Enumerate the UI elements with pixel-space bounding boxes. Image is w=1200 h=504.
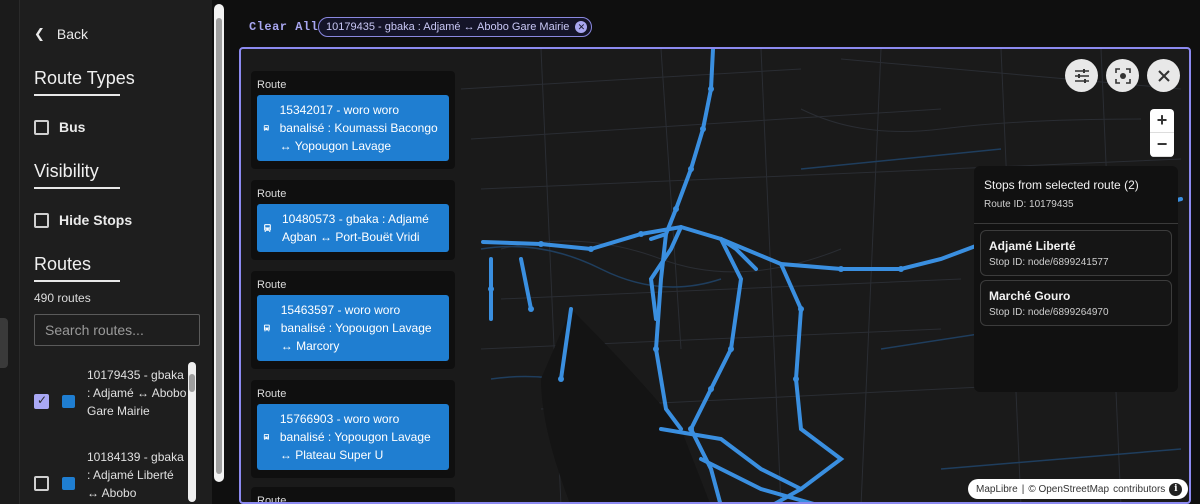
route-list-scrollbar[interactable] bbox=[188, 362, 196, 502]
clear-all-button[interactable]: Clear All bbox=[249, 20, 318, 34]
route-card[interactable]: Route bbox=[251, 487, 455, 504]
route-card[interactable]: Route 15766903 - woro woro banalisé : Yo… bbox=[251, 380, 455, 478]
routes-title: Routes bbox=[34, 254, 121, 282]
stop-card[interactable]: Adjamé Liberté Stop ID: node/6899241577 bbox=[980, 230, 1172, 276]
chip-remove-icon[interactable]: ✕ bbox=[575, 21, 588, 33]
sidebar: ❮ Back Route Types Bus Visibility Hide S… bbox=[20, 0, 212, 504]
contributors-text: contributors bbox=[1113, 483, 1166, 495]
bus-icon bbox=[263, 324, 270, 332]
route-types-title: Route Types bbox=[34, 68, 135, 96]
route-card-heading: Route bbox=[257, 279, 287, 291]
bus-icon bbox=[264, 224, 271, 232]
chip-label: 10179435 - gbaka : Adjamé ↔ Abobo Gare M… bbox=[326, 21, 570, 33]
route-card[interactable]: Route 15463597 - woro woro banalisé : Yo… bbox=[251, 271, 455, 369]
zoom-in-button[interactable]: + bbox=[1150, 109, 1174, 133]
bus-filter[interactable]: Bus bbox=[34, 119, 85, 135]
info-icon[interactable]: i bbox=[1169, 482, 1183, 496]
stops-panel-title: Stops from selected route (2) bbox=[984, 178, 1139, 192]
bus-icon bbox=[263, 433, 270, 441]
osm-link[interactable]: © OpenStreetMap bbox=[1028, 484, 1109, 495]
route-card-heading: Route bbox=[257, 79, 287, 91]
stops-panel-route-id: Route ID: 10179435 bbox=[984, 199, 1074, 210]
route-card-text: 10480573 - gbaka : Adjamé Agban ↔ Port-B… bbox=[281, 212, 429, 244]
bus-label: Bus bbox=[59, 119, 86, 135]
route-list-item[interactable]: 10179435 - gbaka : Adjamé ↔ Abobo Gare M… bbox=[34, 366, 187, 420]
sidebar-scrollbar[interactable] bbox=[214, 4, 224, 482]
bus-checkbox[interactable] bbox=[34, 119, 49, 135]
route-checkbox[interactable] bbox=[34, 476, 49, 491]
route-card-text: 15766903 - woro woro banalisé : Yopougon… bbox=[279, 412, 431, 462]
filters-icon bbox=[1074, 68, 1089, 83]
bus-icon bbox=[263, 125, 269, 131]
stop-card[interactable]: Marché Gouro Stop ID: node/6899264970 bbox=[980, 280, 1172, 326]
route-card-text: 15463597 - woro woro banalisé : Yopougon… bbox=[280, 303, 432, 353]
zoom-out-button[interactable]: − bbox=[1150, 133, 1174, 157]
edge-handle[interactable] bbox=[0, 318, 8, 368]
stop-id: Stop ID: node/6899241577 bbox=[989, 257, 1109, 268]
close-icon bbox=[1157, 69, 1170, 82]
route-card[interactable]: Route 15342017 - woro woro banalisé : Ko… bbox=[251, 71, 455, 169]
route-color-swatch bbox=[62, 395, 75, 408]
route-list-item[interactable]: 10184139 - gbaka : Adjamé Liberté ↔ Abob… bbox=[34, 448, 187, 502]
maplibre-link[interactable]: MapLibre bbox=[976, 484, 1018, 495]
route-color-swatch bbox=[62, 477, 75, 490]
map-canvas[interactable]: Route 15342017 - woro woro banalisé : Ko… bbox=[239, 47, 1191, 504]
route-card-body[interactable]: 15766903 - woro woro banalisé : Yopougon… bbox=[257, 404, 449, 470]
selected-route-chip[interactable]: 10179435 - gbaka : Adjamé ↔ Abobo Gare M… bbox=[318, 17, 593, 37]
route-card-body[interactable]: 10480573 - gbaka : Adjamé Agban ↔ Port-B… bbox=[257, 204, 449, 252]
filters-button[interactable] bbox=[1065, 59, 1098, 92]
recenter-icon bbox=[1114, 67, 1131, 84]
route-count: 490 routes bbox=[34, 291, 91, 305]
sidebar-scroll-thumb[interactable] bbox=[216, 18, 222, 474]
route-label: 10184139 - gbaka : Adjamé Liberté ↔ Abob… bbox=[87, 450, 184, 500]
route-card-heading: Route bbox=[257, 388, 287, 400]
back-label: Back bbox=[56, 26, 89, 42]
route-card-heading: Route bbox=[257, 495, 287, 504]
stop-id: Stop ID: node/6899264970 bbox=[989, 307, 1109, 318]
hide-stops-label: Hide Stops bbox=[59, 212, 133, 228]
stops-panel: Stops from selected route (2) Route ID: … bbox=[974, 166, 1178, 392]
map-attribution: MapLibre | © OpenStreetMap contributors … bbox=[968, 479, 1189, 499]
zoom-control: + − bbox=[1150, 109, 1174, 157]
chevron-left-icon: ❮ bbox=[34, 26, 45, 41]
recenter-button[interactable] bbox=[1106, 59, 1139, 92]
visibility-title: Visibility bbox=[34, 161, 120, 189]
route-label: 10179435 - gbaka : Adjamé ↔ Abobo Gare M… bbox=[87, 368, 187, 418]
route-card-body[interactable]: 15342017 - woro woro banalisé : Koumassi… bbox=[257, 95, 449, 161]
search-routes-input[interactable] bbox=[34, 314, 200, 346]
route-checkbox[interactable] bbox=[34, 393, 49, 409]
route-list: 10179435 - gbaka : Adjamé ↔ Abobo Gare M… bbox=[20, 358, 200, 504]
route-card-heading: Route bbox=[257, 188, 287, 200]
stop-name: Adjamé Liberté bbox=[989, 239, 1076, 253]
divider bbox=[974, 223, 1178, 224]
route-card[interactable]: Route 10480573 - gbaka : Adjamé Agban ↔ … bbox=[251, 180, 455, 260]
stop-name: Marché Gouro bbox=[989, 289, 1071, 303]
back-button[interactable]: ❮ Back bbox=[34, 26, 88, 42]
attribution-separator: | bbox=[1021, 483, 1025, 495]
route-card-body[interactable]: 15463597 - woro woro banalisé : Yopougon… bbox=[257, 295, 449, 361]
hide-stops-toggle[interactable]: Hide Stops bbox=[34, 212, 132, 228]
route-card-text: 15342017 - woro woro banalisé : Koumassi… bbox=[279, 103, 438, 153]
left-edge-strip bbox=[0, 0, 20, 504]
close-map-button[interactable] bbox=[1147, 59, 1180, 92]
route-list-scroll-thumb[interactable] bbox=[189, 374, 195, 392]
hide-stops-checkbox[interactable] bbox=[34, 212, 49, 228]
